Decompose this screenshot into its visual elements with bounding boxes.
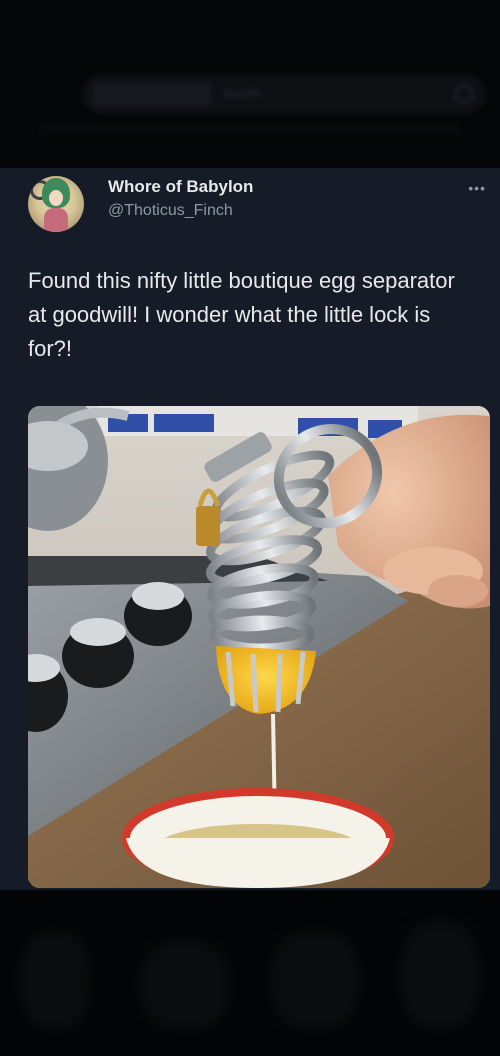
blurred-shape (20, 930, 90, 1030)
tweet-photo[interactable] (28, 406, 490, 888)
screenshot: puzzle Whore of Babylon @Thoticus_Finch … (0, 0, 500, 1056)
blurred-shape (270, 930, 360, 1030)
search-hint: puzzle (224, 85, 262, 100)
blurred-shape (140, 940, 230, 1030)
user-handle[interactable]: @Thoticus_Finch (108, 202, 233, 220)
more-options-icon[interactable]: ••• (468, 180, 486, 196)
top-bar: puzzle (0, 0, 500, 168)
search-chip (92, 82, 212, 106)
tweet-card[interactable]: Whore of Babylon @Thoticus_Finch ••• Fou… (0, 168, 500, 890)
bottom-blurred-area (0, 890, 500, 1056)
search-icon[interactable] (454, 84, 474, 104)
avatar-body (44, 208, 68, 232)
blurred-caption (40, 124, 460, 134)
avatar-face (49, 190, 63, 206)
egg-separator-photo (28, 406, 490, 888)
avatar[interactable] (28, 176, 84, 232)
tweet-text: Found this nifty little boutique egg sep… (28, 268, 455, 361)
search-bar[interactable]: puzzle (82, 74, 486, 114)
blurred-shape (400, 920, 480, 1030)
display-name[interactable]: Whore of Babylon (108, 177, 253, 197)
